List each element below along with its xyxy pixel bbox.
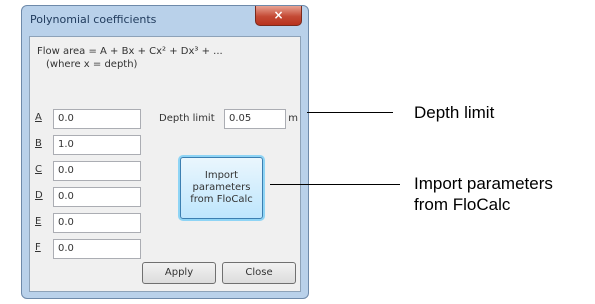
- close-icon: ×: [273, 8, 284, 22]
- import-callout-line1: Import parameters: [414, 174, 553, 193]
- coefficient-a-input[interactable]: 0.0: [53, 109, 141, 129]
- depth-limit-label: Depth limit: [159, 113, 215, 124]
- import-callout: Import parameters from FloCalc: [414, 173, 553, 215]
- import-from-flocalc-button[interactable]: Import parameters from FloCalc: [180, 157, 263, 219]
- import-callout-line: [270, 184, 400, 185]
- title-bar: Polynomial coefficients ×: [22, 6, 308, 34]
- coefficient-c-input[interactable]: 0.0: [53, 161, 141, 181]
- depth-limit-input[interactable]: 0.05: [224, 109, 286, 129]
- coefficient-b-input[interactable]: 1.0: [53, 135, 141, 155]
- coefficient-label-f: F: [35, 242, 41, 253]
- depth-limit-callout-text: Depth limit: [414, 103, 495, 122]
- formula-note: (where x = depth): [46, 59, 138, 70]
- formula-text: Flow area = A + Bx + Cx² + Dx³ + ...: [37, 46, 223, 57]
- coefficient-f-input[interactable]: 0.0: [53, 239, 141, 259]
- coefficient-d-input[interactable]: 0.0: [53, 187, 141, 207]
- coefficient-label-c: C: [35, 164, 42, 175]
- close-button-label: Close: [245, 267, 273, 278]
- coefficient-e-input[interactable]: 0.0: [53, 213, 141, 233]
- apply-button-label: Apply: [164, 267, 194, 278]
- depth-limit-callout: Depth limit: [414, 102, 494, 123]
- formula-description: Flow area = A + Bx + Cx² + Dx³ + ... (wh…: [37, 45, 223, 71]
- import-callout-line2: from FloCalc: [414, 195, 511, 214]
- polynomial-coefficients-dialog: Polynomial coefficients × Flow area = A …: [21, 5, 309, 299]
- close-button[interactable]: Close: [222, 262, 296, 284]
- import-button-label: Import parameters from FloCalc: [190, 170, 253, 205]
- apply-button[interactable]: Apply: [142, 262, 216, 284]
- coefficient-label-b: B: [35, 138, 42, 149]
- coefficient-label-e: E: [35, 216, 42, 227]
- dialog-title: Polynomial coefficients: [30, 13, 157, 26]
- dialog-client-area: Flow area = A + Bx + Cx² + Dx³ + ... (wh…: [29, 36, 301, 292]
- depth-limit-callout-line: [307, 112, 393, 113]
- coefficient-label-a: A: [35, 112, 42, 123]
- window-close-button[interactable]: ×: [255, 6, 302, 26]
- coefficient-label-d: D: [35, 190, 43, 201]
- depth-limit-unit: m: [288, 113, 298, 124]
